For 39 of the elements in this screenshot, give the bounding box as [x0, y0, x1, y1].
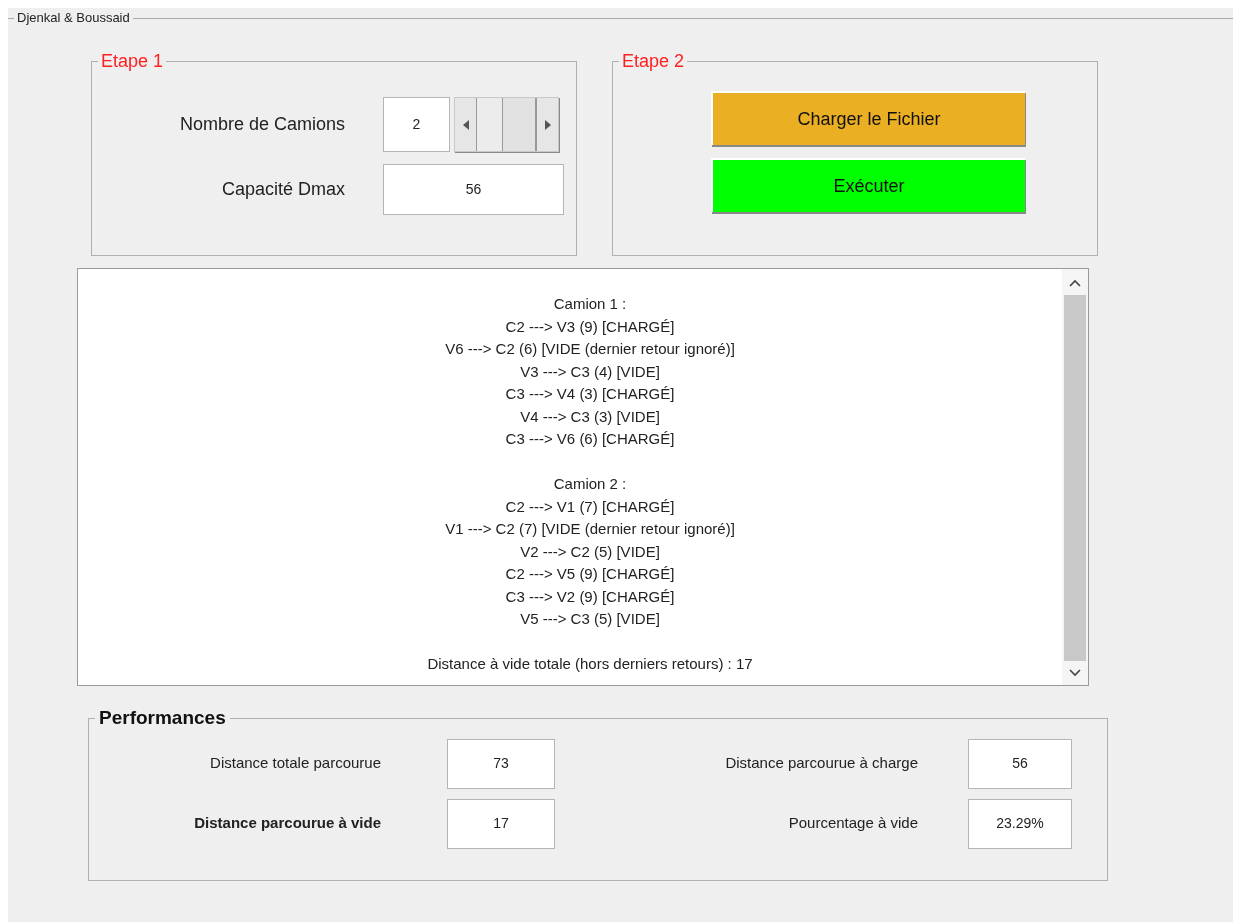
scrollbar-thumb[interactable]	[1064, 295, 1086, 661]
scroll-up-icon[interactable]	[1069, 279, 1081, 287]
group-title: Etape 1	[100, 50, 165, 73]
metric-label: Pourcentage à vide	[787, 813, 918, 834]
result-line: Camion 1 :	[553, 294, 627, 314]
result-line: Camion 2 :	[553, 474, 627, 494]
result-line: V3 ---> C3 (4) [VIDE]	[520, 361, 660, 382]
result-line: C2 ---> V5 (9) [CHARGÉ]	[505, 564, 675, 584]
result-line: C2 ---> V1 (7) [CHARGÉ]	[505, 496, 675, 517]
metric-field[interactable]: 73	[447, 738, 555, 789]
scroll-down-icon[interactable]	[1069, 669, 1081, 677]
result-line: V5 ---> C3 (5) [VIDE]	[520, 609, 660, 629]
result-line: C3 ---> V4 (3) [CHARGÉ]	[505, 384, 675, 404]
field-label: Nombre de Camions	[178, 113, 345, 136]
field-label: Capacité Dmax	[220, 178, 345, 201]
slider[interactable]	[454, 97, 559, 152]
result-line: C3 ---> V6 (6) [CHARGÉ]	[505, 429, 675, 449]
action-button[interactable]: Charger le Fichier	[711, 91, 1025, 145]
result-line: C2 ---> V3 (9) [CHARGÉ]	[505, 316, 675, 337]
result-line: Distance à vide totale (hors derniers retours) : 17	[427, 654, 753, 674]
metric-label: Distance parcourue à charge	[724, 753, 918, 774]
result-line: V1 ---> C2 (7) [VIDE (dernier retour ignoré)]	[445, 519, 735, 539]
action-button[interactable]: Exécuter	[711, 158, 1025, 212]
metric-field[interactable]: 23.29%	[968, 798, 1072, 849]
window-title: Djenkal & Boussaid	[16, 9, 131, 28]
metric-label: Distance totale parcourue	[209, 753, 381, 774]
metric-field[interactable]: 56	[968, 738, 1072, 789]
group-title: Performances	[98, 706, 227, 730]
metric-field[interactable]: 17	[447, 798, 555, 849]
count-field[interactable]: 2	[383, 97, 450, 152]
slider-thumb[interactable]	[502, 98, 536, 151]
capacity-field[interactable]: 56	[383, 164, 564, 215]
result-line: V6 ---> C2 (6) [VIDE (dernier retour ignoré)]	[445, 339, 735, 359]
result-line: V2 ---> C2 (5) [VIDE]	[520, 541, 660, 562]
group-title: Etape 2	[621, 50, 686, 73]
metric-label: Distance parcourue à vide	[193, 813, 381, 834]
scrollbar[interactable]	[1062, 269, 1088, 685]
result-line: V4 ---> C3 (3) [VIDE]	[520, 406, 660, 427]
result-line: C3 ---> V2 (9) [CHARGÉ]	[505, 586, 675, 607]
